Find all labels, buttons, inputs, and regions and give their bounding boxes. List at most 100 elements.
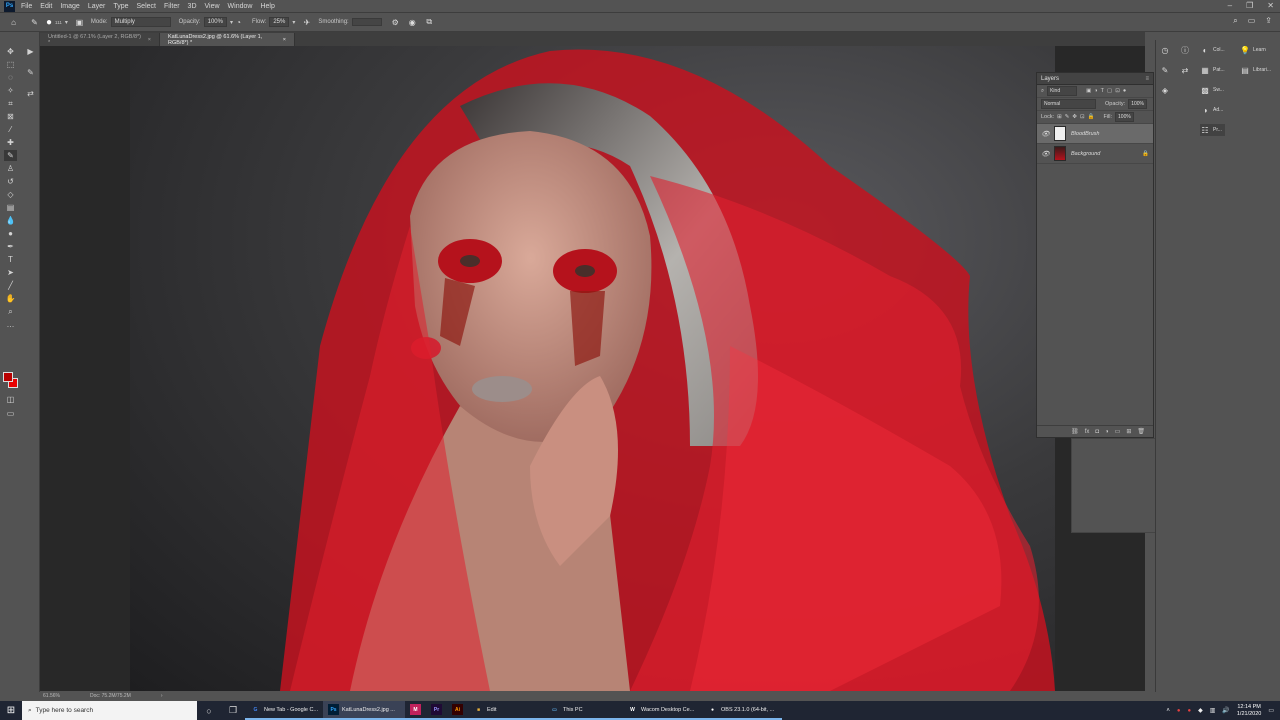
menu-filter[interactable]: Filter <box>164 3 180 10</box>
frame-tool-icon[interactable]: ⊠ <box>4 111 17 122</box>
link-layers-icon[interactable]: ⛓ <box>1071 428 1079 435</box>
task-view-icon[interactable]: ❐ <box>221 701 245 720</box>
lock-position-icon[interactable]: ✥ <box>1072 114 1077 120</box>
canvas-area[interactable] <box>40 46 1145 691</box>
taskbar-app-photoshop[interactable]: Ps KatLunaDress2.jpg ... <box>323 701 405 720</box>
brush-tool-icon[interactable]: ✎ <box>29 17 40 28</box>
filter-type-icon[interactable]: T <box>1101 88 1104 94</box>
mode-select[interactable]: Multiply <box>110 17 171 27</box>
dock-patterns[interactable]: ⇄ <box>1180 64 1190 76</box>
fill-input[interactable]: 100% <box>1115 112 1134 122</box>
new-layer-icon[interactable]: ⊞ <box>1126 428 1131 435</box>
menu-layer[interactable]: Layer <box>88 3 106 10</box>
tray-app-icon[interactable]: ● <box>1187 708 1191 714</box>
brush-preset-picker[interactable]: ● 111 ▾ <box>46 17 68 28</box>
menu-select[interactable]: Select <box>137 3 156 10</box>
gradient-tool-icon[interactable]: ▤ <box>4 202 17 213</box>
menu-edit[interactable]: Edit <box>40 3 52 10</box>
marquee-tool-icon[interactable]: ⬚ <box>4 59 17 70</box>
taskbar-app-chrome[interactable]: G New Tab - Google C... <box>245 701 323 720</box>
dock-color[interactable]: ⓘ <box>1180 44 1190 56</box>
maximize-icon[interactable]: ❐ <box>1246 1 1253 10</box>
quick-select-tool-icon[interactable]: ✧ <box>4 85 17 96</box>
chevron-down-icon[interactable]: ▾ <box>292 19 295 26</box>
adjust-icon[interactable]: ⇄ <box>24 88 37 99</box>
more-tools-icon[interactable]: … <box>4 319 17 330</box>
dock-layers[interactable]: ◈ <box>1160 84 1170 96</box>
layer-name[interactable]: BloodBrush <box>1071 131 1099 137</box>
tab-katlunadress2[interactable]: KatLunaDress2.jpg @ 61.6% (Layer 1, RGB/… <box>160 33 295 46</box>
lock-pixels-icon[interactable]: ✎ <box>1065 114 1070 120</box>
move-tool-icon[interactable]: ✥ <box>4 46 17 57</box>
type-tool-icon[interactable]: T <box>4 254 17 265</box>
dock-item-adjustments[interactable]: ◑ Ad... <box>1200 104 1225 116</box>
menu-image[interactable]: Image <box>60 3 79 10</box>
tab-untitled-1[interactable]: Untitled-1 @ 67.1% (Layer 2, RGB/8*) * × <box>40 33 160 46</box>
pen-tool-icon[interactable]: ✒ <box>4 241 17 252</box>
lock-transparent-icon[interactable]: ⊞ <box>1057 114 1062 120</box>
menu-3d[interactable]: 3D <box>188 3 197 10</box>
close-icon[interactable]: × <box>148 37 151 43</box>
document-canvas[interactable] <box>130 46 1055 691</box>
chevron-up-icon[interactable]: ˄ <box>1166 708 1170 714</box>
dropbox-icon[interactable]: ◆ <box>1198 707 1203 714</box>
adjustment-layer-icon[interactable]: ◑ <box>1105 429 1109 435</box>
taskbar-search[interactable]: ⌕ Type here to search <box>22 701 197 720</box>
airbrush-icon[interactable]: ✈ <box>301 17 312 28</box>
taskbar-app-edit[interactable]: ■ Edit <box>468 701 544 720</box>
line-tool-icon[interactable]: ╱ <box>4 280 17 291</box>
menu-view[interactable]: View <box>205 3 220 10</box>
close-icon[interactable]: × <box>283 37 286 43</box>
filter-adjust-icon[interactable]: ◑ <box>1094 88 1097 94</box>
pressure-opacity-icon[interactable]: ◔ <box>233 17 244 28</box>
taskbar-app-obs[interactable]: ● OBS 23.1.0 (64-bit, ... <box>702 701 782 720</box>
menu-window[interactable]: Window <box>228 3 253 10</box>
dock-history[interactable]: ◷ <box>1160 44 1170 56</box>
share-icon[interactable]: ⇪ <box>1265 16 1272 26</box>
layer-name[interactable]: Background <box>1071 151 1100 157</box>
dock-item-swatches[interactable]: ▩ Sw... <box>1200 84 1225 96</box>
symmetry-icon[interactable]: ⧉ <box>424 17 435 28</box>
layers-panel-header[interactable]: Layers ≡ <box>1037 73 1153 85</box>
taskbar-app-wacom[interactable]: W Wacom Desktop Ce... <box>622 701 702 720</box>
lock-artboard-icon[interactable]: ⊡ <box>1080 114 1085 120</box>
dock-item-color[interactable]: ◐ Col... <box>1200 44 1225 56</box>
workspace-icon[interactable]: ▭ <box>1248 16 1256 26</box>
quick-mask-icon[interactable]: ◫ <box>4 394 17 405</box>
blur-tool-icon[interactable]: 💧 <box>4 215 17 226</box>
taskbar-app-illustrator[interactable]: Ai <box>447 701 468 720</box>
network-icon[interactable]: ▥ <box>1210 707 1216 714</box>
dock-item-properties[interactable]: ☷ Pr... <box>1200 124 1225 136</box>
flow-input[interactable]: 25% <box>269 17 290 27</box>
eraser-tool-icon[interactable]: ◇ <box>4 189 17 200</box>
menu-file[interactable]: File <box>21 3 32 10</box>
gear-icon[interactable]: ⚙ <box>390 17 401 28</box>
layer-opacity-input[interactable]: 100% <box>1128 99 1147 109</box>
layer-row-background[interactable]: 👁 Background 🔒 <box>1037 144 1153 164</box>
dock-item-patterns[interactable]: ▦ Pat... <box>1200 64 1224 76</box>
dock-item-learn[interactable]: 💡 Learn <box>1240 44 1271 56</box>
brush-panel-icon[interactable]: ✎ <box>24 67 37 78</box>
zoom-tool-icon[interactable]: ⌕ <box>4 306 17 317</box>
panel-menu-icon[interactable]: ≡ <box>1145 76 1149 82</box>
zoom-level[interactable]: 61.56% <box>43 693 60 699</box>
path-select-tool-icon[interactable]: ➤ <box>4 267 17 278</box>
new-group-icon[interactable]: ▭ <box>1115 428 1121 435</box>
foreground-color-swatch[interactable] <box>3 372 13 382</box>
screen-mode-icon[interactable]: ▭ <box>4 408 17 419</box>
filter-smart-icon[interactable]: ⊡ <box>1115 88 1120 94</box>
menu-type[interactable]: Type <box>113 3 128 10</box>
cortana-icon[interactable]: ○ <box>197 701 221 720</box>
windows-start-icon[interactable]: ⊞ <box>0 701 22 720</box>
brush-tool-icon[interactable]: ✎ <box>4 150 17 161</box>
layer-row-bloodbrush[interactable]: 👁 BloodBrush <box>1037 124 1153 144</box>
tray-app-icon[interactable]: ● <box>1177 708 1181 714</box>
filter-toggle-icon[interactable]: ● <box>1123 88 1126 94</box>
minimize-icon[interactable]: – <box>1228 1 1232 10</box>
play-icon[interactable]: ▶ <box>24 46 37 57</box>
clock[interactable]: 12:14 PM 1/21/2020 <box>1237 704 1261 718</box>
stamp-tool-icon[interactable]: ♙ <box>4 163 17 174</box>
eyedropper-tool-icon[interactable]: ⁄ <box>4 124 17 135</box>
home-icon[interactable]: ⌂ <box>8 17 19 28</box>
blend-mode-select[interactable]: Normal <box>1041 99 1096 109</box>
